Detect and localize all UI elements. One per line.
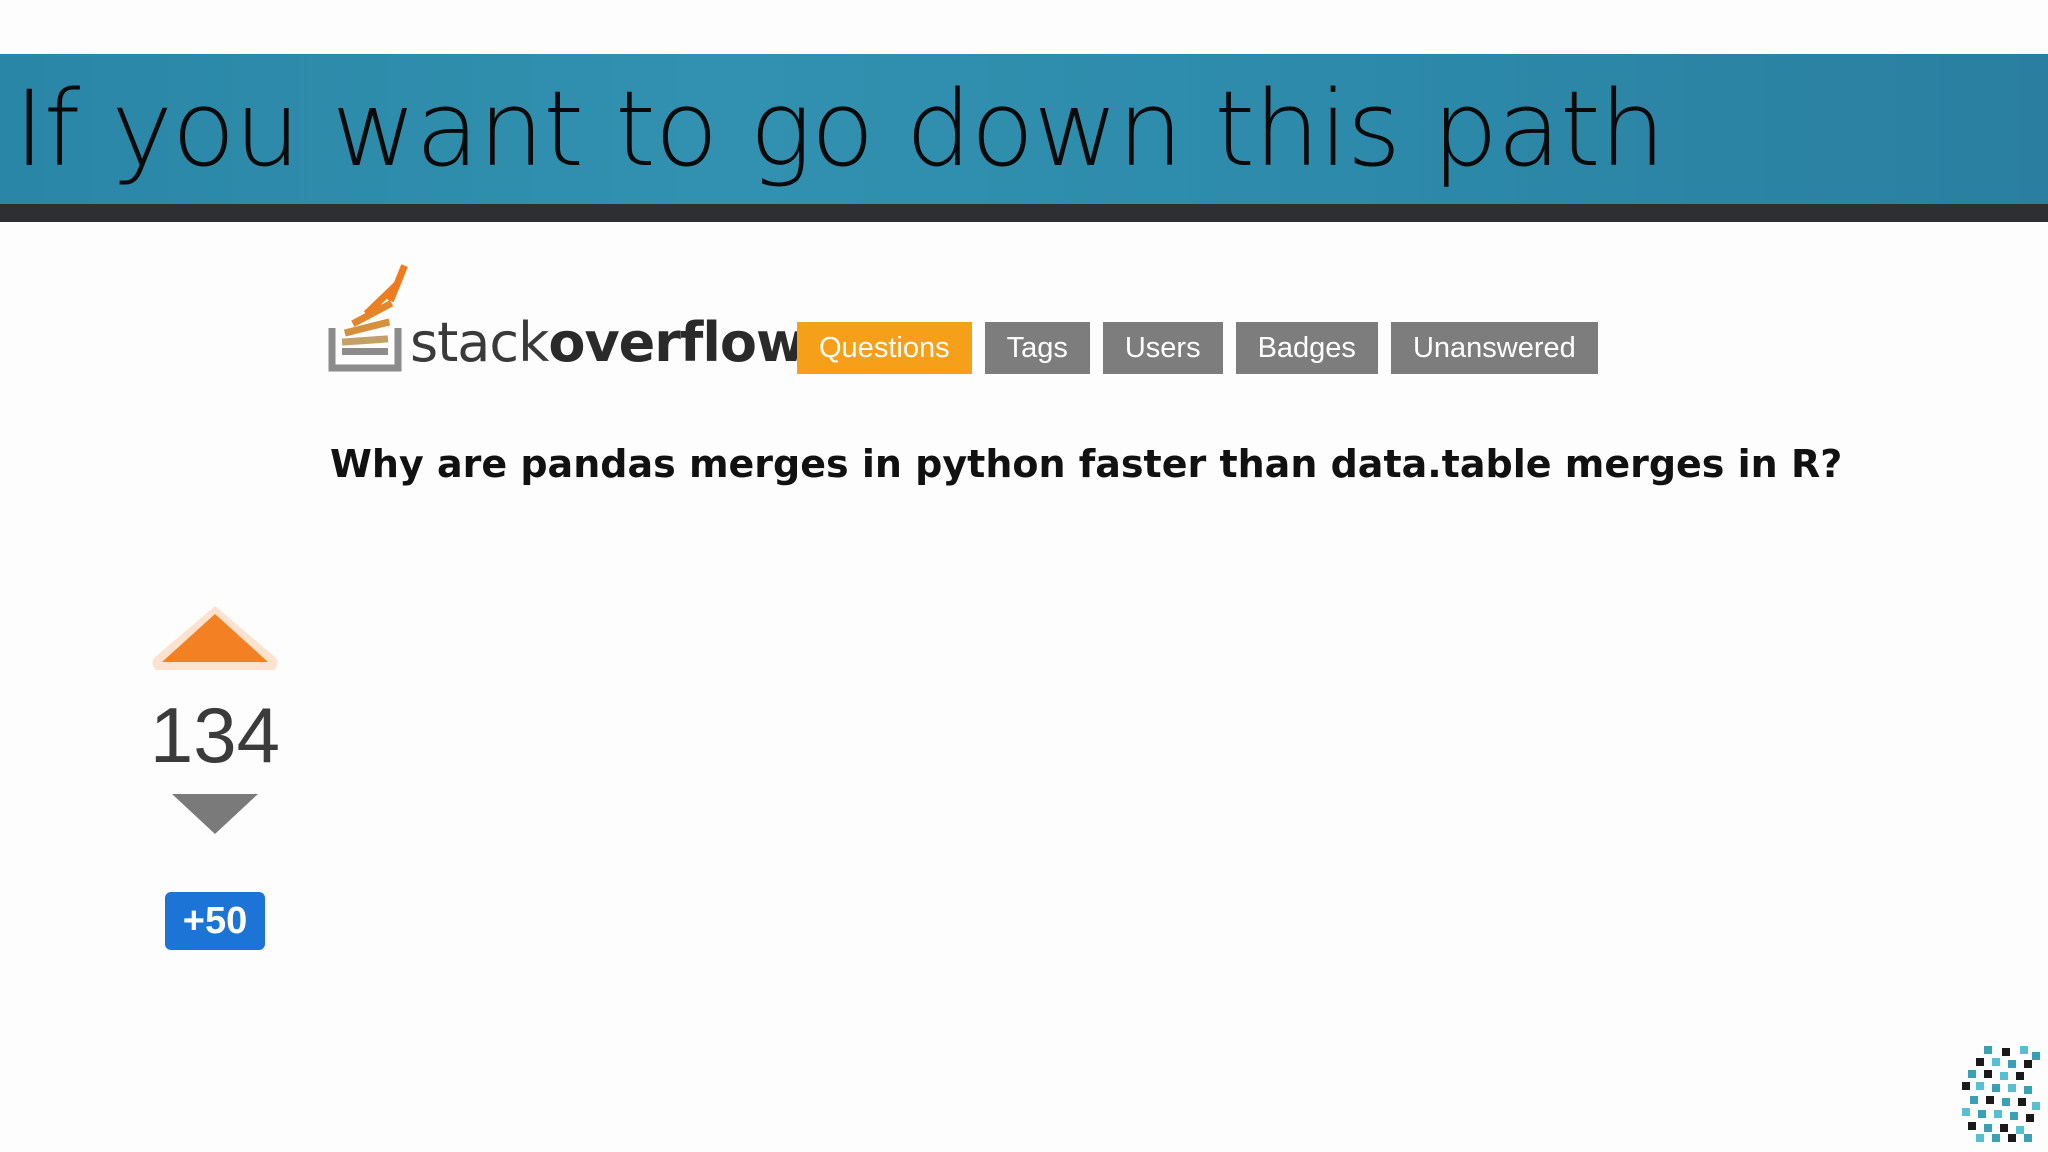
upvote-arrow-icon[interactable]: [148, 600, 282, 682]
slide-header-band: [0, 204, 2048, 222]
stackoverflow-logo-icon: [328, 264, 408, 372]
pixel-logo-icon: [1962, 1046, 2040, 1142]
vote-count: 134: [149, 691, 281, 779]
tab-tags[interactable]: Tags: [984, 322, 1090, 374]
downvote-arrow-icon[interactable]: [168, 790, 262, 838]
vote-column: 134 +50: [140, 600, 290, 960]
tab-unanswered[interactable]: Unanswered: [1390, 322, 1598, 374]
tab-users[interactable]: Users: [1102, 322, 1223, 374]
wordmark-stack: stack: [410, 311, 549, 374]
tab-badges[interactable]: Badges: [1235, 322, 1378, 374]
stackoverflow-wordmark: stackoverflow: [410, 308, 806, 378]
question-title[interactable]: Why are pandas merges in python faster t…: [330, 436, 1842, 492]
tab-questions[interactable]: Questions: [797, 322, 972, 374]
bounty-badge[interactable]: +50: [165, 892, 265, 950]
wordmark-overflow: overflow: [548, 311, 806, 374]
slide-title: If you want to go down this path: [14, 68, 1666, 190]
stackoverflow-logo[interactable]: stackoverflow: [328, 258, 806, 382]
nav-tabs: Questions Tags Users Badges Unanswered: [797, 322, 1598, 374]
